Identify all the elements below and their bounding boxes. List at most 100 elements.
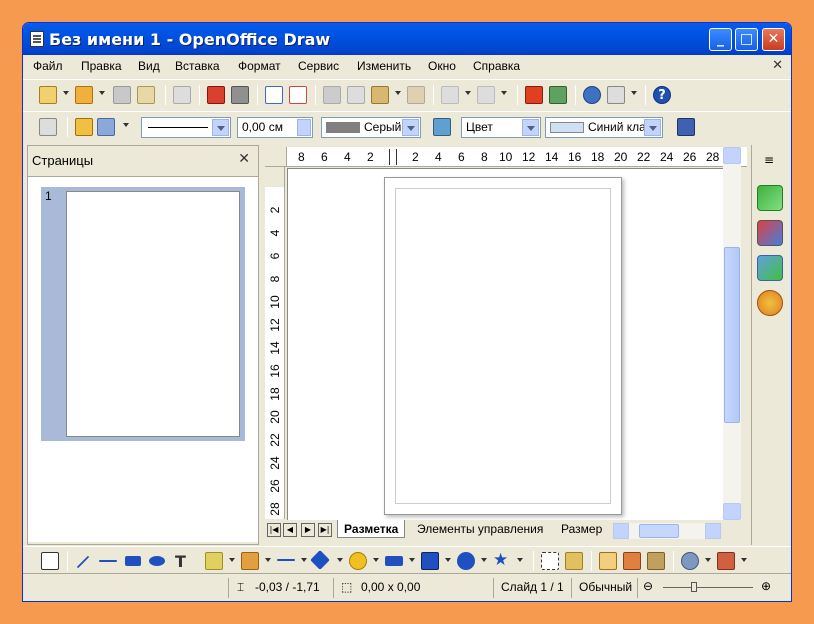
print-icon[interactable]	[231, 86, 249, 104]
block-arrows-icon[interactable]	[385, 556, 403, 566]
arrow-style-icon[interactable]	[97, 118, 115, 136]
pane-splitter[interactable]	[259, 145, 264, 545]
zoom-slider[interactable]	[663, 587, 753, 588]
gallery-toolbar-icon[interactable]	[647, 552, 665, 570]
horizontal-scroll-thumb[interactable]	[639, 524, 679, 538]
menu-format[interactable]: Формат	[238, 59, 281, 73]
tab-dimensions[interactable]: Размер	[555, 520, 611, 538]
paste-dropdown-icon[interactable]	[395, 91, 401, 95]
title-bar[interactable]: Без имени 1 - OpenOffice Draw _ □ ✕	[23, 23, 791, 55]
last-tab-icon[interactable]: ▶|	[318, 523, 332, 537]
zoom-out-icon[interactable]: ⊖	[643, 579, 653, 593]
layout-name[interactable]: Обычный	[579, 580, 632, 594]
menu-edit[interactable]: Правка	[81, 59, 122, 73]
vertical-scroll-thumb[interactable]	[724, 247, 740, 423]
menu-tools[interactable]: Сервис	[298, 59, 339, 73]
email-icon[interactable]	[137, 86, 155, 104]
paste-icon[interactable]	[371, 86, 389, 104]
redo-dropdown-icon[interactable]	[501, 91, 507, 95]
line-width-input[interactable]: 0,00 см	[237, 117, 313, 138]
close-document-icon[interactable]: ✕	[772, 58, 783, 73]
sidebar-menu-icon[interactable]: ≡	[764, 153, 774, 167]
flowchart-icon[interactable]	[421, 552, 439, 570]
next-tab-icon[interactable]: ▶	[301, 523, 315, 537]
zoom-dropdown-icon[interactable]	[631, 91, 637, 95]
redo-icon[interactable]	[477, 86, 495, 104]
left-margin-marker[interactable]	[389, 149, 397, 165]
ellipse-tool-icon[interactable]	[149, 556, 165, 566]
close-pane-icon[interactable]: ✕	[238, 151, 250, 167]
menu-help[interactable]: Справка	[473, 59, 520, 73]
styles-gallery-icon[interactable]	[757, 220, 783, 246]
styles-icon[interactable]	[39, 118, 57, 136]
undo-dropdown-icon[interactable]	[465, 91, 471, 95]
menu-view[interactable]: Вид	[138, 59, 160, 73]
prev-tab-icon[interactable]: ◀	[283, 523, 297, 537]
menu-file[interactable]: Файл	[33, 59, 63, 73]
spellcheck-icon[interactable]	[265, 86, 283, 104]
callouts-icon[interactable]	[457, 552, 475, 570]
maximize-button[interactable]: □	[735, 28, 758, 51]
open-folder-icon[interactable]	[75, 86, 93, 104]
undo-icon[interactable]	[441, 86, 459, 104]
area-color-select[interactable]: Синий кла	[545, 117, 663, 138]
area-style-select[interactable]: Цвет	[461, 117, 541, 138]
help-icon[interactable]: ?	[653, 86, 671, 104]
vertical-ruler[interactable]: 2 4 6 8 10 12 14 16 18 20 22 24 26 28	[265, 167, 285, 519]
gluepoints-icon[interactable]	[565, 552, 583, 570]
symbol-shapes-icon[interactable]	[349, 552, 367, 570]
rotate-icon[interactable]	[681, 552, 699, 570]
page-thumbnail[interactable]	[66, 191, 240, 437]
minimize-button[interactable]: _	[709, 28, 732, 51]
edit-file-icon[interactable]	[173, 86, 191, 104]
format-paintbrush-icon[interactable]	[407, 86, 425, 104]
insert-table-icon[interactable]	[549, 86, 567, 104]
lines-arrows-icon[interactable]	[277, 559, 295, 561]
first-tab-icon[interactable]: |◀	[267, 523, 281, 537]
rectangle-tool-icon[interactable]	[125, 556, 141, 566]
from-file-icon[interactable]	[623, 552, 641, 570]
chart-icon[interactable]	[525, 86, 543, 104]
text-tool-icon[interactable]: T	[175, 552, 193, 571]
autospellcheck-icon[interactable]	[289, 86, 307, 104]
tab-layout[interactable]: Разметка	[337, 520, 406, 538]
horizontal-scrollbar[interactable]	[613, 523, 721, 539]
menu-modify[interactable]: Изменить	[357, 59, 411, 73]
stars-icon[interactable]: ★	[493, 552, 511, 570]
close-button[interactable]: ✕	[762, 28, 785, 51]
menu-insert[interactable]: Вставка	[175, 59, 220, 73]
arrow-style-dropdown-icon[interactable]	[123, 123, 129, 127]
drawing-page[interactable]	[384, 177, 622, 515]
shadow-icon[interactable]	[677, 118, 695, 136]
line-arrow-tool-icon[interactable]	[99, 560, 117, 562]
navigator-icon[interactable]	[583, 86, 601, 104]
save-icon[interactable]	[113, 86, 131, 104]
vertical-scrollbar[interactable]	[723, 147, 741, 520]
horizontal-ruler[interactable]: 8 6 4 2 2 4 6 8 10 12 14 16 18 20 22 24 …	[265, 147, 747, 167]
basic-shapes-icon[interactable]	[310, 550, 330, 570]
drawing-canvas[interactable]	[287, 168, 739, 520]
ruler-origin[interactable]	[265, 147, 287, 166]
connector-tool-icon[interactable]	[241, 552, 259, 570]
zoom-in-icon[interactable]: ⊕	[761, 579, 771, 593]
scroll-down-icon[interactable]	[723, 503, 741, 520]
cut-icon[interactable]	[323, 86, 341, 104]
new-document-icon[interactable]	[39, 86, 57, 104]
copy-icon[interactable]	[347, 86, 365, 104]
line-tool-icon[interactable]	[76, 555, 90, 569]
alignment-icon[interactable]	[717, 552, 735, 570]
scroll-right-icon[interactable]	[705, 523, 721, 539]
line-color-select[interactable]: Серый	[321, 117, 421, 138]
zoom-slider-knob[interactable]	[691, 582, 697, 592]
new-dropdown-icon[interactable]	[63, 91, 69, 95]
select-arrow-icon[interactable]	[41, 552, 59, 570]
export-pdf-icon[interactable]	[207, 86, 225, 104]
navigator-sidebar-icon[interactable]	[757, 290, 783, 316]
curve-tool-icon[interactable]	[205, 552, 223, 570]
properties-icon[interactable]	[757, 185, 783, 211]
menu-window[interactable]: Окно	[428, 59, 456, 73]
gallery-icon[interactable]	[757, 255, 783, 281]
area-fill-icon[interactable]	[433, 118, 451, 136]
zoom-icon[interactable]	[607, 86, 625, 104]
line-style-select[interactable]	[141, 117, 231, 138]
